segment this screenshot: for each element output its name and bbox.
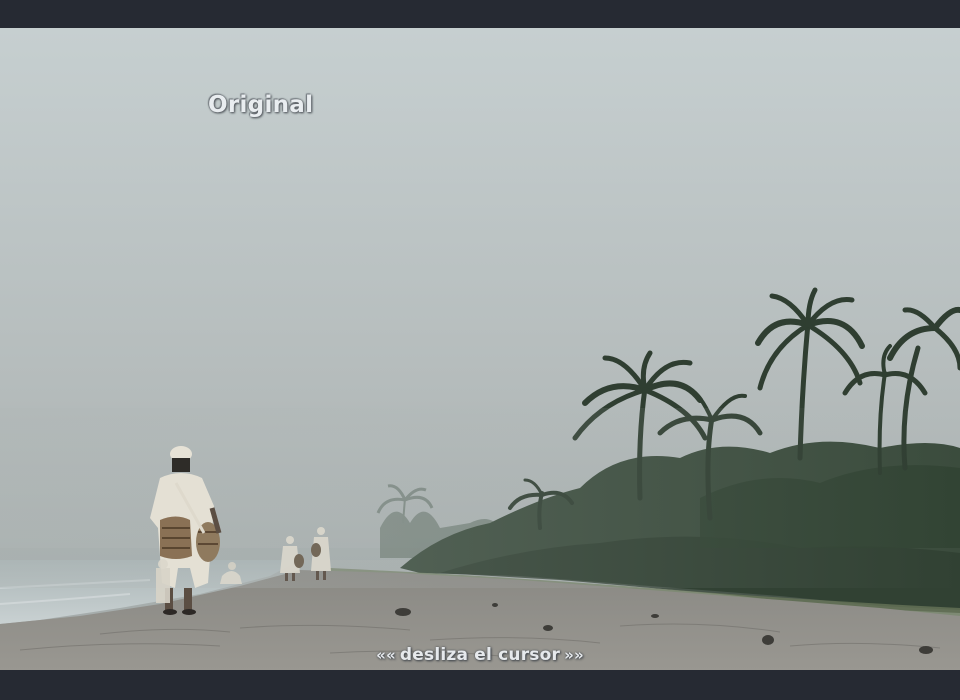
bottom-letterbox-bar	[0, 670, 960, 700]
right-arrows-icon: »»	[564, 646, 584, 664]
slider-hint[interactable]: «« desliza el cursor»»	[0, 645, 960, 665]
before-after-photo[interactable]: Original	[0, 28, 960, 670]
slider-hint-text: desliza el cursor	[399, 645, 561, 665]
beach-scene	[0, 28, 960, 670]
top-letterbox-bar	[0, 0, 960, 28]
original-label: Original	[208, 92, 314, 118]
left-arrows-icon: ««	[376, 646, 396, 664]
image-viewer: Original «« desliza el cursor»»	[0, 0, 960, 700]
